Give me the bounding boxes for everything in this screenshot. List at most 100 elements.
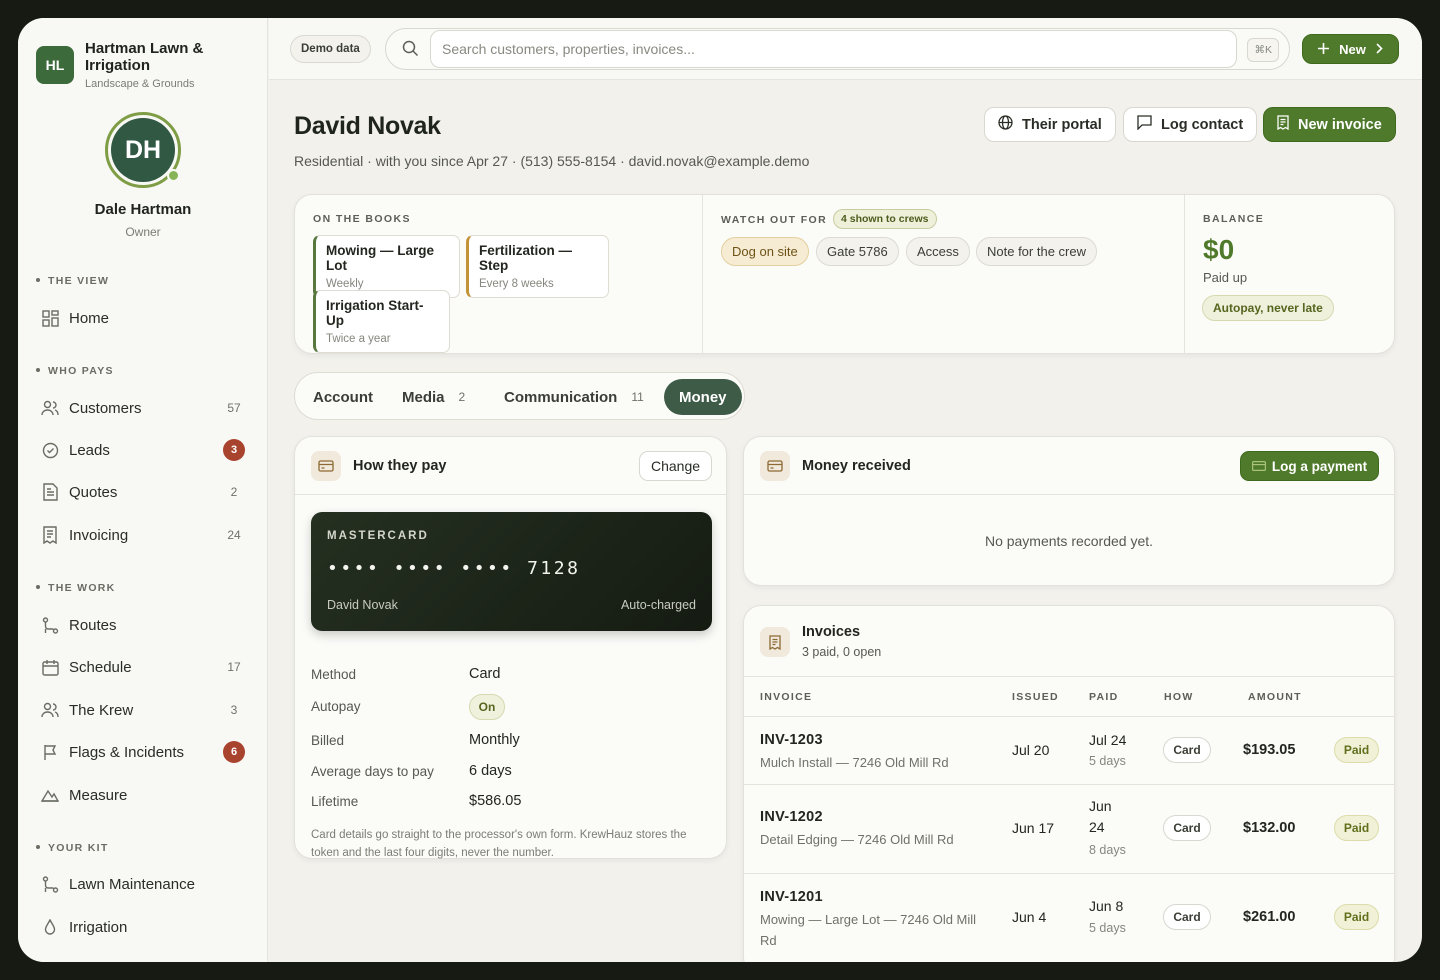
autopay-toggle[interactable]: On <box>469 694 505 720</box>
card-holder: David Novak <box>327 598 398 612</box>
tab-communication[interactable]: Communication 11 <box>504 379 644 415</box>
invoice-id[interactable]: INV-1201 <box>760 889 823 905</box>
user-role: Owner <box>125 225 161 239</box>
receipt-icon <box>40 525 60 545</box>
new-button[interactable]: New <box>1302 34 1399 64</box>
billed-label: Billed <box>311 733 345 748</box>
card-mode: Auto-charged <box>620 598 696 612</box>
app-window: HL Hartman Lawn & Irrigation Landscape &… <box>18 18 1422 962</box>
invoice-issued: Jun 17 <box>1012 820 1055 836</box>
document-icon <box>40 482 60 502</box>
how-they-pay-card: How they pay Change MASTERCARD •••• ••••… <box>294 436 727 859</box>
sidebar-item-flags-incidents[interactable]: Flags & Incidents 6 <box>36 735 250 769</box>
card-title: Money received <box>802 458 911 474</box>
flag-chip-dog[interactable]: Dog on site <box>721 237 809 266</box>
sidebar-item-the-krew[interactable]: The Krew 3 <box>36 693 250 727</box>
receipt-icon <box>1277 115 1289 134</box>
alert-badge: 6 <box>223 741 245 763</box>
demo-data-badge[interactable]: Demo data <box>290 35 371 63</box>
sidebar-item-label: The Krew <box>69 701 134 719</box>
invoice-description: Detail Edging — 7246 Old Mill Rd <box>760 832 954 847</box>
avg-days-label: Average days to pay <box>311 764 434 779</box>
empty-state: No payments recorded yet. <box>984 533 1154 549</box>
invoice-amount: $261.00 <box>1243 909 1296 925</box>
user-name: Dale Hartman <box>94 201 192 218</box>
status-badge: Paid <box>1334 904 1379 930</box>
their-portal-button[interactable]: Their portal <box>984 107 1116 142</box>
divider <box>1184 195 1185 353</box>
sidebar-item-routes[interactable]: Routes <box>36 608 250 642</box>
service-irrigation-startup[interactable]: Irrigation Start-Up Twice a year <box>313 290 450 353</box>
brand[interactable]: HL Hartman Lawn & Irrigation Landscape &… <box>36 40 225 90</box>
summary-card: ON THE BOOKS Mowing — Large Lot Weekly F… <box>294 194 1395 354</box>
brand-logo: HL <box>36 46 74 84</box>
service-frequency: Weekly <box>326 278 364 290</box>
card-header: Money received Log a payment <box>744 437 1394 495</box>
lifetime-value: $586.05 <box>469 793 522 809</box>
flag-chip-crew-note[interactable]: Note for the crew <box>976 237 1097 266</box>
change-button[interactable]: Change <box>639 451 712 481</box>
billed-value: Monthly <box>469 732 520 748</box>
sidebar-item-label: Irrigation <box>69 918 128 936</box>
sidebar-item-leads[interactable]: Leads 3 <box>36 433 250 467</box>
autopay-label: Autopay <box>311 699 361 714</box>
column-header: AMOUNT <box>1248 691 1302 703</box>
sidebar-item-lawn-maintenance[interactable]: Lawn Maintenance <box>36 867 250 901</box>
section-label-the-work: THE WORK <box>36 582 116 594</box>
sidebar-item-schedule[interactable]: Schedule 17 <box>36 650 250 684</box>
tab-media[interactable]: Media 2 <box>402 379 465 415</box>
table-row[interactable]: INV-1203 Mulch Install — 7246 Old Mill R… <box>744 717 1394 785</box>
sidebar-item-quotes[interactable]: Quotes 2 <box>36 475 250 509</box>
invoice-id[interactable]: INV-1203 <box>760 732 823 748</box>
card-last4: 7128 <box>527 558 581 579</box>
receipt-icon <box>760 627 790 657</box>
table-row[interactable]: INV-1202 Detail Edging — 7246 Old Mill R… <box>744 785 1394 874</box>
user-avatar[interactable]: DH <box>105 112 181 188</box>
card-security-note: Card details go straight to the processo… <box>311 829 687 859</box>
service-mowing[interactable]: Mowing — Large Lot Weekly <box>313 235 460 298</box>
invoice-issued: Jun 4 <box>1012 909 1047 925</box>
search-input[interactable]: Search customers, properties, invoices..… <box>430 30 1237 68</box>
global-search[interactable]: Search customers, properties, invoices..… <box>385 28 1290 70</box>
sidebar-item-measure[interactable]: Measure <box>36 778 250 812</box>
card-mask: •••• •••• •••• <box>327 558 514 579</box>
sidebar-item-label: Customers <box>69 399 142 417</box>
table-row[interactable]: INV-1201 Mowing — Large Lot — 7246 Old M… <box>744 874 1394 962</box>
invoice-paid: Jul 24 <box>1089 732 1127 748</box>
payment-method-pill: Card <box>1163 815 1211 841</box>
credit-card-icon <box>311 451 341 481</box>
sidebar-item-customers[interactable]: Customers 57 <box>36 391 250 425</box>
invoice-id[interactable]: INV-1202 <box>760 809 823 825</box>
card-header: How they pay Change <box>295 437 726 495</box>
method-label: Method <box>311 667 357 682</box>
payment-card-visual: MASTERCARD •••• •••• •••• 7128 David Nov… <box>311 512 712 631</box>
invoice-amount: $132.00 <box>1243 820 1296 836</box>
sidebar-item-count: 17 <box>227 660 241 674</box>
log-contact-button[interactable]: Log contact <box>1123 107 1258 142</box>
flag-chip-gate[interactable]: Gate 5786 <box>816 237 899 266</box>
shown-to-crews-badge: 4 shown to crews <box>833 209 937 229</box>
users-icon <box>40 398 60 418</box>
brand-name: Hartman Lawn & Irrigation <box>85 40 204 74</box>
table-header: INVOICE ISSUED PAID HOW AMOUNT <box>744 677 1394 717</box>
sidebar-item-label: Routes <box>69 616 117 634</box>
log-payment-button[interactable]: Log a payment <box>1240 451 1379 481</box>
users-icon <box>40 700 60 720</box>
sidebar-item-home[interactable]: Home <box>36 301 250 335</box>
alert-badge: 3 <box>223 439 245 461</box>
sidebar-item-label: Lawn Maintenance <box>69 875 195 893</box>
status-badge: Paid <box>1334 737 1379 763</box>
sidebar-item-irrigation[interactable]: Irrigation <box>36 910 250 944</box>
tab-account[interactable]: Account <box>313 379 373 415</box>
credit-card-icon <box>1251 459 1266 474</box>
search-shortcut: ⌘K <box>1247 38 1279 62</box>
invoice-days: 5 days <box>1089 921 1126 935</box>
flag-chip-access[interactable]: Access <box>906 237 970 266</box>
new-invoice-button[interactable]: New invoice <box>1263 107 1396 142</box>
payment-method-pill: Card <box>1163 904 1211 930</box>
sidebar-item-invoicing[interactable]: Invoicing 24 <box>36 518 250 552</box>
invoice-days: 5 days <box>1089 754 1126 768</box>
topbar: Demo data Search customers, properties, … <box>269 18 1422 80</box>
service-fertilization[interactable]: Fertilization — Step Every 8 weeks <box>466 235 609 298</box>
tab-money[interactable]: Money <box>664 379 742 415</box>
